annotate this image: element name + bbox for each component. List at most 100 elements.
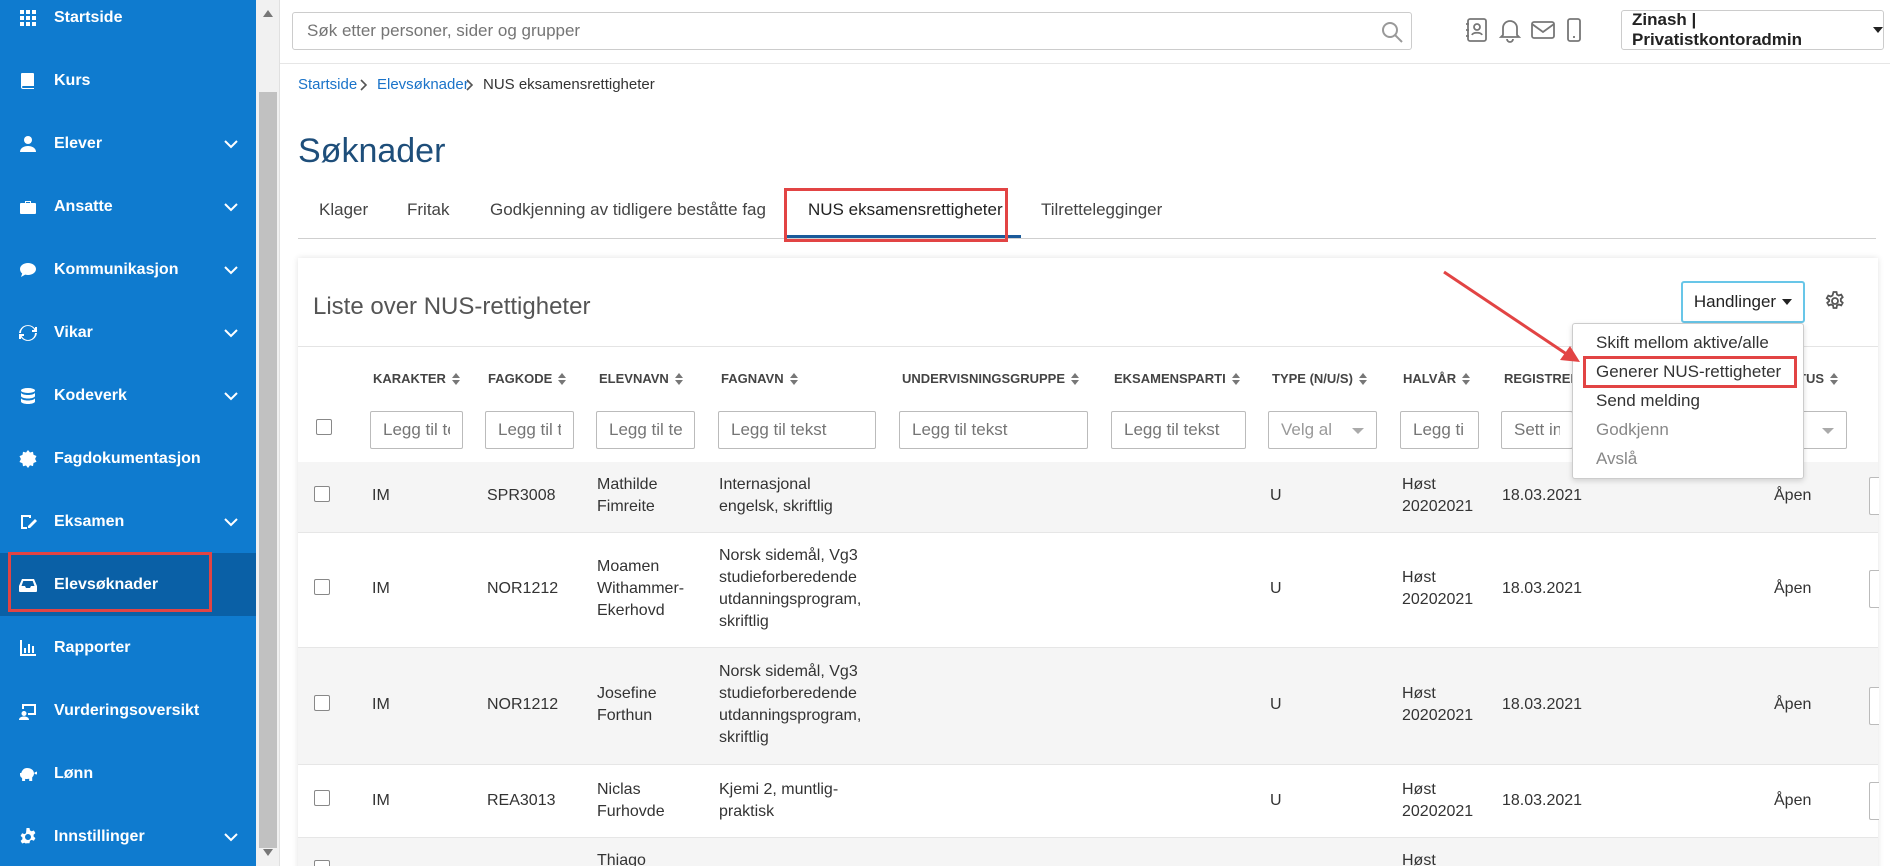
page-scrollbar[interactable] [256,0,280,866]
sidebar-item-ansatte[interactable]: Ansatte [0,175,256,238]
sidebar-item-vurderingsoversikt[interactable]: Vurderingsoversikt [0,679,256,742]
highlight-box-menu-item [1583,356,1797,388]
column-header-undervisningsgruppe[interactable]: UNDERVISNINGSGRUPPE [902,371,1080,386]
tab-fritak[interactable]: Fritak [407,200,450,220]
cell-fagnavn: Kjemi 2, muntlig- [719,781,839,798]
sidebar-item-kommunikasjon[interactable]: Kommunikasjon [0,238,256,301]
sidebar-item-label: Ansatte [54,197,113,215]
column-header-status[interactable]: TUS [1798,371,1838,386]
column-header-halvar[interactable]: HALVÅR [1403,371,1471,386]
filter-eksamensparti[interactable] [1111,411,1246,449]
highlight-box-tab [784,188,1008,242]
column-header-elevnavn[interactable]: ELEVNAVN [599,371,683,386]
cell-fagkode: SPR3008 [487,487,556,504]
search-input[interactable] [292,12,1412,50]
cell-fagnavn: skriftlig [719,729,769,746]
actions-button[interactable]: Handlinger [1681,281,1805,323]
cell-type: U [1270,487,1282,504]
sidebar-item-kodeverk[interactable]: Kodeverk [0,364,256,427]
filter-fagkode[interactable] [485,411,574,449]
scrollbar-thumb[interactable] [259,92,277,848]
column-header-registrert[interactable]: REGISTRER [1504,371,1580,386]
cell-status: Åpen [1774,580,1812,597]
contacts-icon[interactable] [1463,16,1491,44]
tab-tilretteleggelser[interactable]: Tilrettelegginger [1041,200,1162,220]
sidebar-item-kurs[interactable]: Kurs [0,49,256,112]
filter-karakter[interactable] [370,411,463,449]
mail-icon[interactable] [1529,16,1557,44]
column-header-type[interactable]: TYPE (N/U/S) [1272,371,1367,386]
sidebar-item-lonn[interactable]: Lønn [0,742,256,805]
phone-icon[interactable] [1560,16,1588,44]
breadcrumb-section[interactable]: Elevsøknader [377,76,469,93]
row-action-button[interactable] [1869,477,1879,515]
sidebar-item-label: Vurderingsoversikt [54,701,200,719]
cell-halvar: Høst [1402,685,1436,702]
cell-registrert: 18.03.2021 [1502,487,1583,504]
row-action-button[interactable] [1869,782,1879,820]
row-checkbox[interactable] [314,579,330,595]
cell-elevnavn: Fimreite [597,498,655,515]
row-checkbox[interactable] [314,790,330,806]
bar-chart-icon [18,638,38,658]
briefcase-icon [18,197,38,217]
cell-status: Åpen [1774,792,1812,809]
filter-registrert[interactable] [1501,411,1573,449]
sidebar: Startside Kurs Elever Ansatte Kommunikas… [0,0,256,866]
column-header-karakter[interactable]: KARAKTER [373,371,460,386]
sidebar-item-label: Rapporter [54,638,131,656]
menu-item-toggle-active[interactable]: Skift mellom aktive/alle [1596,333,1769,353]
cell-fagkode: NOR1212 [487,580,559,597]
scroll-up-icon[interactable] [263,10,273,17]
row-action-button[interactable] [1869,687,1879,725]
sidebar-item-startside[interactable]: Startside [0,0,256,49]
chevron-down-icon [222,261,240,279]
column-header-eksamensparti[interactable]: EKSAMENSPARTI [1114,371,1240,386]
cell-fagnavn: Internasjonal [719,476,811,493]
select-all-checkbox[interactable] [316,419,332,435]
row-checkbox[interactable] [314,695,330,711]
sidebar-item-fagdokumentasjon[interactable]: Fagdokumentasjon [0,427,256,490]
filter-fagnavn[interactable] [718,411,876,449]
column-header-label: TYPE (N/U/S) [1272,371,1353,386]
scroll-down-icon[interactable] [263,849,273,856]
column-header-fagkode[interactable]: FAGKODE [488,371,567,386]
column-header-fagnavn[interactable]: FAGNAVN [721,371,798,386]
cell-halvar: 20202021 [1402,803,1474,820]
search-icon[interactable] [1380,20,1404,44]
gear-icon[interactable] [1824,290,1846,312]
bell-icon[interactable] [1496,16,1524,44]
table-row[interactable] [298,838,1878,866]
breadcrumb-home[interactable]: Startside [298,76,357,93]
cell-fagkode: REA3013 [487,792,556,809]
cell-elevnavn: Mathilde [597,476,658,493]
filter-type-select[interactable]: Velg al [1268,411,1377,449]
page-title: Søknader [298,132,446,170]
row-checkbox[interactable] [314,860,330,866]
filter-halvar[interactable] [1400,411,1479,449]
cell-type: U [1270,580,1282,597]
tab-godkjenning[interactable]: Godkjenning av tidligere beståtte fag [490,200,766,220]
sidebar-item-eksamen[interactable]: Eksamen [0,490,256,553]
highlight-box-sidebar [8,552,212,612]
sort-icon [1830,372,1838,385]
cell-registrert: 18.03.2021 [1502,580,1583,597]
user-menu[interactable]: Zinash | Privatistkontoradmin [1621,10,1884,50]
filter-undervisningsgruppe[interactable] [899,411,1088,449]
row-action-button[interactable] [1869,570,1879,608]
sidebar-item-innstillinger[interactable]: Innstillinger [0,805,256,866]
sidebar-item-rapporter[interactable]: Rapporter [0,616,256,679]
row-checkbox[interactable] [314,486,330,502]
sidebar-item-elever[interactable]: Elever [0,112,256,175]
menu-item-approve[interactable]: Godkjenn [1596,420,1669,440]
filter-status-select[interactable] [1798,411,1847,449]
caret-down-icon [1822,428,1834,434]
sidebar-item-vikar[interactable]: Vikar [0,301,256,364]
tab-klager[interactable]: Klager [319,200,368,220]
filter-type-value: Velg al [1281,420,1333,439]
filter-elevnavn[interactable] [596,411,695,449]
cell-elevnavn: Forthun [597,707,653,724]
sidebar-item-label: Innstillinger [54,827,145,845]
menu-item-send-message[interactable]: Send melding [1596,391,1700,411]
menu-item-reject[interactable]: Avslå [1596,449,1637,469]
